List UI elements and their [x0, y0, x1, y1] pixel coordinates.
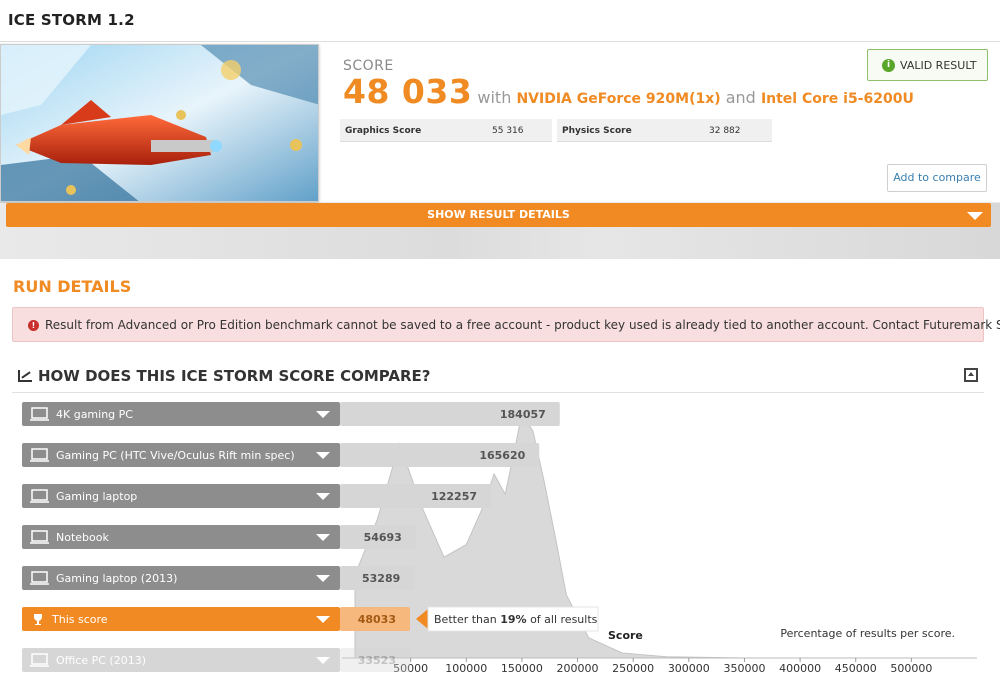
and-text: and — [725, 88, 756, 107]
compare-row[interactable]: 54693 Notebook — [22, 525, 416, 549]
row-label-text: Gaming laptop (2013) — [56, 572, 177, 585]
graphics-score: Graphics Score 55 316 — [340, 119, 552, 142]
compare-title: HOW DOES THIS ICE STORM SCORE COMPARE? — [18, 367, 430, 385]
score-value-label: 33523 — [358, 654, 396, 667]
subscores: Graphics Score 55 316 Physics Score 32 8… — [340, 119, 772, 142]
divider — [12, 392, 984, 393]
compare-row[interactable]: 33523 Office PC (2013) — [22, 648, 410, 672]
gpu-name[interactable]: NVIDIA GeForce 920M(1x) — [516, 91, 720, 107]
compare-row[interactable]: 122257 Gaming laptop — [22, 484, 492, 508]
score-value-label: 48033 — [358, 613, 396, 626]
chart-annotation: Percentage of results per score. — [780, 627, 955, 640]
compare-row[interactable]: 48033 This score Better than 19% of all re… — [22, 606, 599, 632]
with-text: with — [477, 88, 512, 107]
score-value-label: 54693 — [364, 531, 402, 544]
compare-row[interactable]: 165620 Gaming PC (HTC Vive/Oculus Rift mi… — [22, 443, 540, 467]
error-alert: ! Result from Advanced or Pro Edition be… — [12, 307, 1000, 342]
compare-row[interactable]: 184057 4K gaming PC — [22, 402, 560, 426]
collapse-icon[interactable] — [964, 368, 978, 382]
score-value-label: 53289 — [362, 572, 400, 585]
comparison-svg: 50000 100000 150000 200000 250000 300000 35000… — [22, 402, 977, 675]
valid-result-label: VALID RESULT — [900, 59, 977, 72]
benchmark-thumbnail — [0, 44, 319, 202]
info-icon: i — [882, 59, 895, 72]
row-label-text: Gaming PC (HTC Vive/Oculus Rift min spec… — [56, 449, 295, 462]
run-details-section: RUN DETAILS ! Result from Advanced or Pr… — [0, 259, 1000, 679]
add-to-compare-button[interactable]: Add to compare — [887, 164, 987, 192]
run-details-title: RUN DETAILS — [13, 277, 132, 296]
show-result-details-label: SHOW RESULT DETAILS — [427, 208, 570, 221]
physics-score-value: 32 882 — [709, 126, 741, 136]
valid-result-badge[interactable]: i VALID RESULT — [867, 49, 988, 81]
row-label-text: This score — [51, 613, 108, 626]
x-tick-label: 400000 — [779, 662, 821, 675]
x-tick-label: 300000 — [668, 662, 710, 675]
score-comparison-chart: 50000 100000 150000 200000 250000 300000 35000… — [12, 398, 984, 679]
spaceship-artwork — [1, 45, 318, 201]
x-tick-label: 450000 — [835, 662, 877, 675]
error-icon: ! — [28, 320, 39, 331]
physics-score-label: Physics Score — [562, 126, 632, 136]
chevron-down-icon — [967, 212, 983, 220]
x-tick-label: 200000 — [557, 662, 599, 675]
error-alert-text: Result from Advanced or Pro Edition benc… — [45, 318, 1000, 332]
graphics-score-label: Graphics Score — [345, 126, 422, 136]
row-label-text: 4K gaming PC — [56, 408, 133, 421]
x-tick-label: 150000 — [501, 662, 543, 675]
score-line: 48 033 with NVIDIA GeForce 920M(1x) and … — [343, 72, 914, 111]
top-header: ICE STORM 1.2 — [0, 0, 1000, 42]
score-value-label: 122257 — [431, 490, 477, 503]
x-tick-label: 100000 — [445, 662, 487, 675]
score-value-label: 165620 — [479, 449, 525, 462]
x-tick-label: 250000 — [612, 662, 654, 675]
result-summary: SCORE 48 033 with NVIDIA GeForce 920M(1x… — [0, 42, 1000, 202]
compare-title-text: HOW DOES THIS ICE STORM SCORE COMPARE? — [38, 367, 431, 385]
cpu-name[interactable]: Intel Core i5-6200U — [761, 91, 914, 107]
benchmark-title: ICE STORM 1.2 — [8, 11, 135, 29]
line-chart-icon — [18, 370, 32, 382]
score-value-label: 184057 — [500, 408, 546, 421]
x-axis-title: Score — [608, 629, 643, 642]
overall-score: 48 033 — [343, 72, 473, 111]
better-than-text: Better than 19% of all results — [434, 613, 598, 626]
x-tick-label: 350000 — [723, 662, 765, 675]
physics-score: Physics Score 32 882 — [557, 119, 772, 142]
show-result-details-button[interactable]: SHOW RESULT DETAILS — [6, 203, 991, 227]
row-label-text: Notebook — [56, 531, 109, 544]
x-tick-label: 500000 — [890, 662, 932, 675]
row-label-text: Office PC (2013) — [56, 654, 146, 667]
graphics-score-value: 55 316 — [492, 126, 524, 136]
row-label-text: Gaming laptop — [56, 490, 137, 503]
compare-row[interactable]: 53289 Gaming laptop (2013) — [22, 566, 415, 590]
